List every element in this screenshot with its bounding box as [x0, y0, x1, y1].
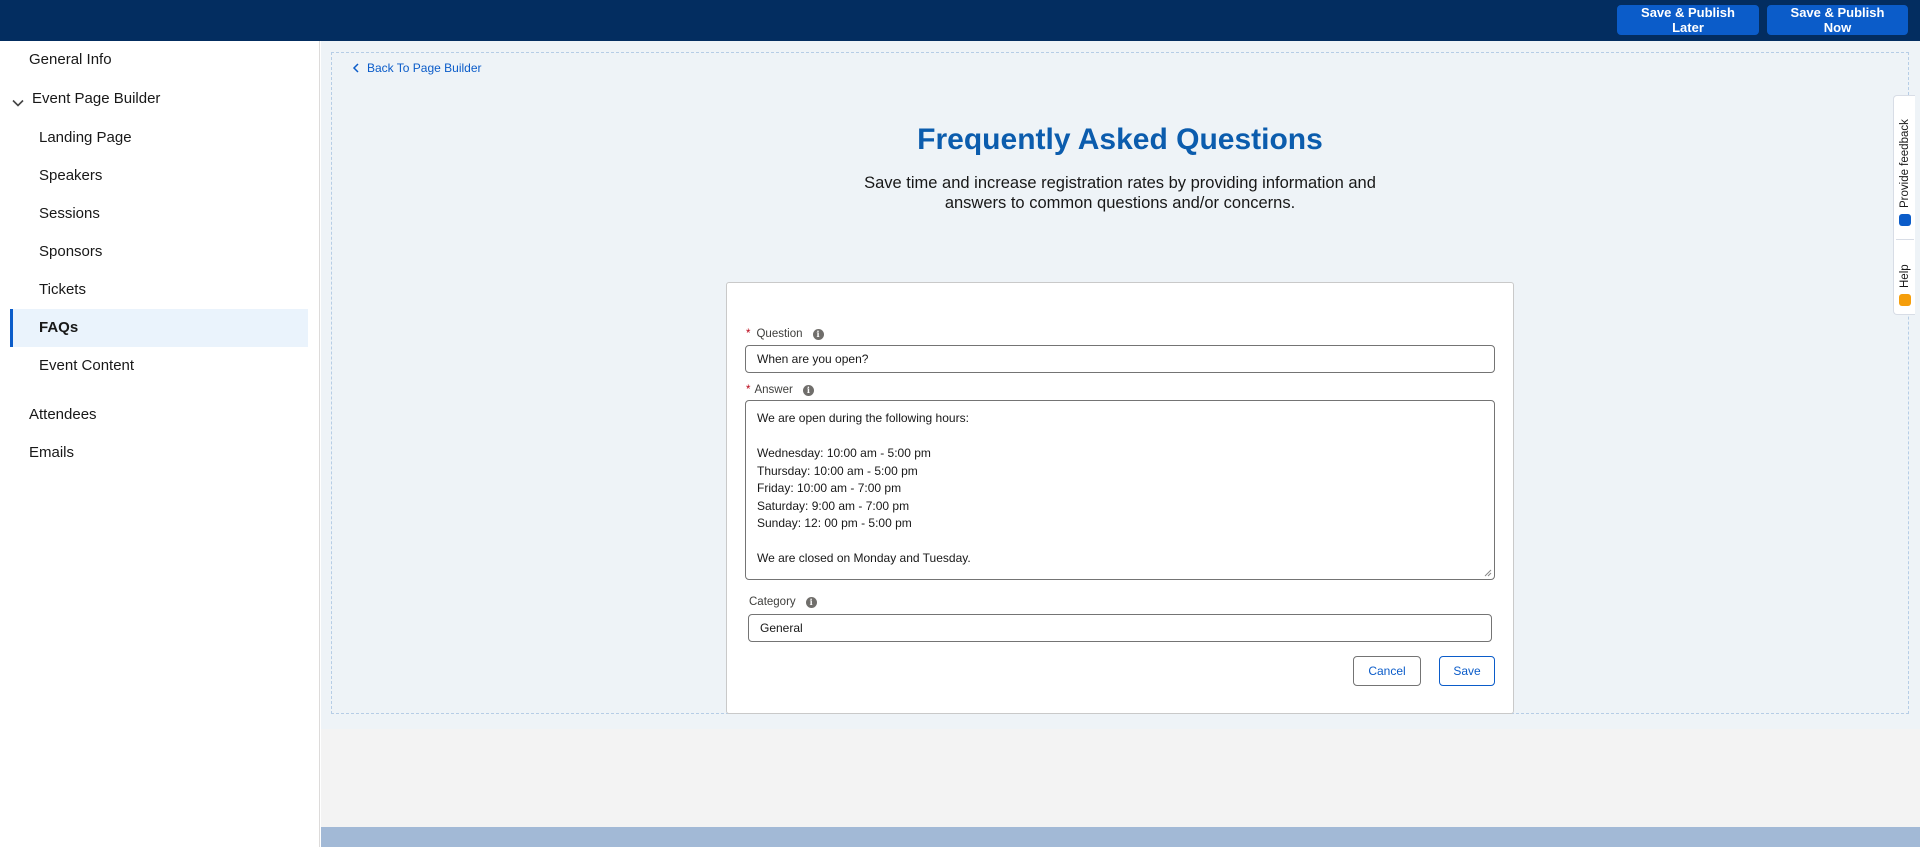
answer-line: Friday: 10:00 am - 7:00 pm	[757, 481, 902, 495]
category-input[interactable]: General	[748, 614, 1492, 642]
provide-feedback-tab[interactable]: Provide feedback	[1894, 106, 1916, 226]
answer-line	[757, 533, 1483, 551]
info-icon[interactable]: i	[802, 384, 814, 396]
cancel-button[interactable]: Cancel	[1353, 656, 1421, 686]
help-tab[interactable]: Help	[1894, 246, 1916, 306]
sidebar-item-tickets[interactable]: Tickets	[39, 280, 86, 298]
sidebar-item-label: Tickets	[39, 280, 86, 298]
sidebar-item-label: Sessions	[39, 204, 100, 222]
sidebar-item-label: Attendees	[29, 405, 97, 423]
category-label: Category i	[749, 596, 817, 608]
back-link-label: Back To Page Builder	[367, 61, 482, 75]
sidebar-item-label: Landing Page	[39, 128, 132, 146]
sidebar-item-label: FAQs	[39, 318, 79, 336]
chevron-left-icon	[352, 63, 359, 73]
sidebar-item-label: Sponsors	[39, 242, 103, 260]
answer-line: Thursday: 10:00 am - 5:00 pm	[757, 463, 918, 478]
sidebar-item-speakers[interactable]: Speakers	[39, 166, 102, 184]
sidebar-item-label: Emails	[29, 443, 75, 461]
answer-label: * Answer i	[746, 384, 814, 396]
provide-feedback-label: Provide feedback	[1899, 119, 1911, 208]
save-publish-later-button[interactable]: Save & Publish Later	[1617, 5, 1759, 35]
answer-line: Saturday: 9:00 am - 7:00 pm	[757, 498, 910, 513]
top-header-bar: Save & Publish Later Save & Publish Now	[0, 0, 1920, 41]
sidebar-item-label: General Info	[29, 50, 112, 68]
answer-line: We are closed on Monday and Tuesday.	[757, 551, 971, 565]
category-label-text: Category	[749, 596, 796, 608]
utility-bar: Provide feedback Help	[1893, 95, 1915, 315]
answer-label-text: Answer	[754, 384, 793, 396]
sidebar: General Info Event Page Builder Landing …	[0, 41, 320, 847]
utility-divider	[1896, 239, 1914, 240]
page-title: Frequently Asked Questions	[917, 123, 1323, 156]
answer-line	[757, 428, 1483, 446]
answer-textarea[interactable]: We are open during the following hours: …	[745, 400, 1495, 580]
sidebar-item-event-content[interactable]: Event Content	[39, 356, 134, 374]
sidebar-item-sessions[interactable]: Sessions	[39, 204, 100, 222]
question-input[interactable]: When are you open?	[745, 345, 1495, 373]
sidebar-item-emails[interactable]: Emails	[29, 443, 74, 461]
sidebar-item-sponsors[interactable]: Sponsors	[39, 242, 102, 260]
answer-line: Sunday: 12: 00 pm - 5:00 pm	[757, 516, 912, 530]
question-label-text: Question	[756, 328, 803, 340]
answer-line: Wednesday: 10:00 am - 5:00 pm	[757, 446, 931, 460]
info-icon[interactable]: i	[805, 596, 817, 608]
help-label: Help	[1899, 264, 1911, 288]
save-button[interactable]: Save	[1439, 656, 1495, 686]
help-icon	[1899, 294, 1911, 306]
question-label: * Question i	[746, 328, 824, 340]
back-to-page-builder-link[interactable]: Back To Page Builder	[351, 60, 482, 76]
feedback-icon	[1899, 214, 1911, 226]
required-marker: *	[746, 328, 751, 340]
sidebar-item-attendees[interactable]: Attendees	[29, 405, 97, 423]
required-marker: *	[746, 384, 751, 396]
sidebar-item-label: Speakers	[39, 166, 103, 184]
sidebar-item-label: Event Content	[39, 356, 135, 374]
sidebar-item-label: Event Page Builder	[32, 89, 161, 107]
bottom-strip	[321, 827, 1920, 847]
answer-line: We are open during the following hours:	[757, 411, 969, 425]
info-icon[interactable]: i	[812, 328, 824, 340]
chevron-down-icon[interactable]	[11, 96, 25, 110]
save-publish-now-button[interactable]: Save & Publish Now	[1767, 5, 1908, 35]
sidebar-item-faqs[interactable]: FAQs	[39, 318, 78, 336]
resize-handle-icon[interactable]	[1484, 569, 1492, 577]
sidebar-item-general-info[interactable]: General Info	[29, 50, 112, 68]
sidebar-item-landing-page[interactable]: Landing Page	[39, 128, 132, 146]
page-subtitle: Save time and increase registration rate…	[864, 174, 1376, 212]
sidebar-item-event-page-builder[interactable]: Event Page Builder	[32, 89, 160, 107]
